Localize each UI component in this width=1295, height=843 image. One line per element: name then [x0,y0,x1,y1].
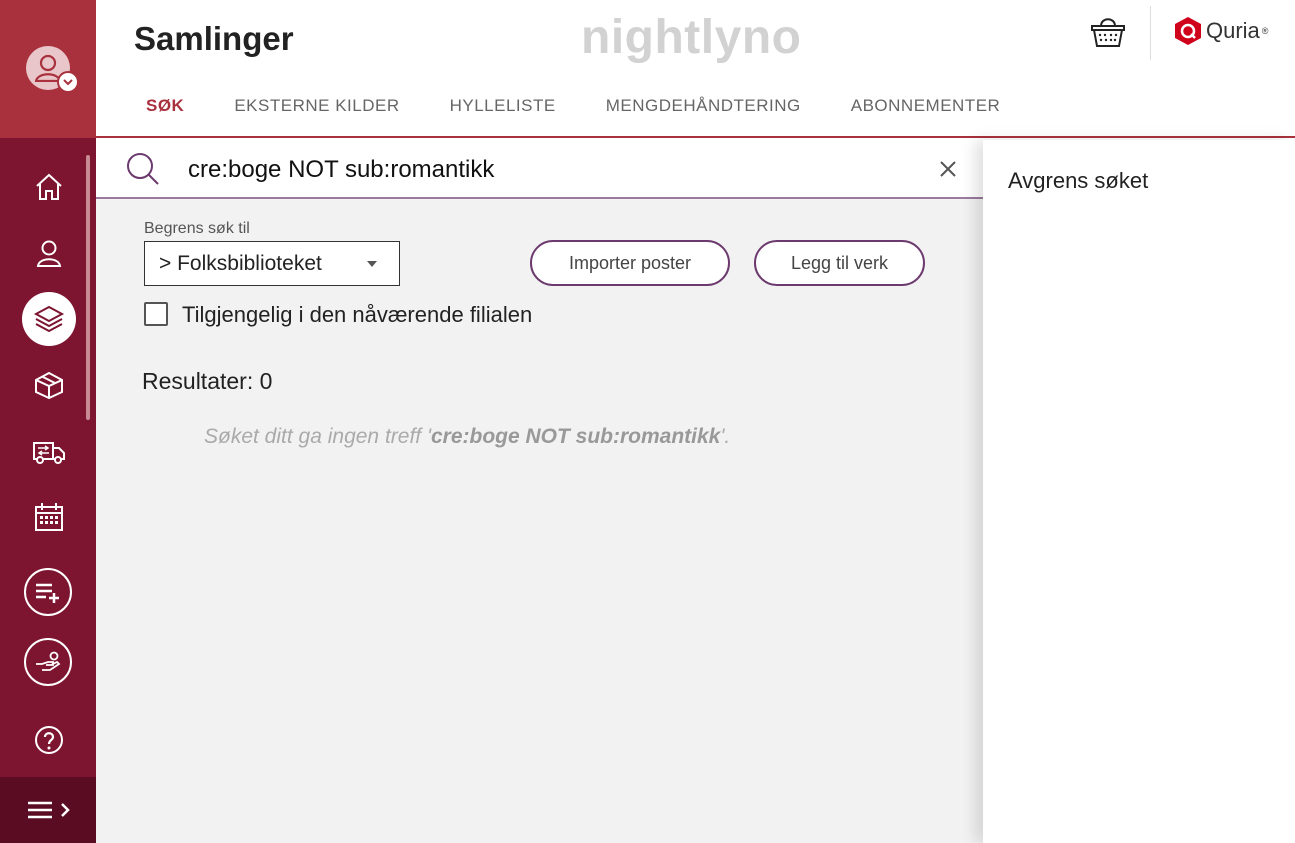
refine-search-panel: Avgrens søket [983,140,1295,843]
tab-subscriptions[interactable]: ABONNEMENTER [851,96,1001,116]
sidebar-item-patrons[interactable] [22,226,76,280]
sidebar-item-acquisitions[interactable] [22,358,76,412]
limit-search-value: > Folksbiblioteket [159,251,322,275]
quria-logo-icon [1175,17,1201,45]
basket-icon [1091,18,1125,47]
available-branch-checkbox[interactable] [144,302,168,326]
home-icon [36,173,62,200]
sidebar-item-calendar[interactable] [22,490,76,544]
limit-search-label: Begrens søk til [144,220,250,237]
sidebar-item-home[interactable] [22,160,76,214]
sidebar [0,0,96,843]
chevron-down-icon [63,79,73,86]
brand-name: Quria [1206,18,1260,43]
add-to-list-button[interactable] [24,568,72,616]
header-divider [1150,6,1151,60]
main-content: Begrens søk til > Folksbiblioteket Impor… [96,140,983,843]
help-icon [35,726,63,754]
refine-search-title: Avgrens søket [1008,168,1149,193]
no-results-query: cre:boge NOT sub:romantikk [430,425,721,448]
user-icon [36,240,62,267]
tab-external-sources[interactable]: EKSTERNE KILDER [234,96,399,116]
no-results-message: Søket ditt ga ingen treff 'cre:boge NOT … [204,425,730,449]
search-bar [96,140,983,199]
clear-search-button[interactable] [936,157,960,181]
sidebar-item-transport[interactable] [22,425,76,479]
sidebar-item-help[interactable] [22,713,76,767]
search-input[interactable] [188,152,928,188]
sidebar-expand-button[interactable] [0,777,96,843]
search-icon[interactable] [126,152,160,186]
results-count: Resultater: 0 [142,368,273,394]
basket-button[interactable] [1088,12,1128,52]
caret-down-icon [367,261,377,267]
import-records-button[interactable]: Importer poster [530,240,730,286]
environment-label: nightlyno [581,11,802,64]
tab-shelf-list[interactable]: HYLLELISTE [450,96,556,116]
sidebar-scrollbar[interactable] [86,155,90,420]
truck-icon [33,442,65,464]
box-icon [35,371,63,400]
add-list-icon [36,583,59,603]
user-menu-toggle[interactable] [57,71,79,93]
brand-trademark: ® [1261,26,1269,36]
tab-bar: SØK EKSTERNE KILDER HYLLELISTE MENGDEHÅN… [146,96,1050,116]
quria-logo: Quria ® [1174,16,1268,46]
page-title: Samlinger [134,20,294,57]
sidebar-user-area [0,0,96,138]
no-results-prefix: Søket ditt ga ingen treff ' [204,425,431,448]
limit-search-select[interactable]: > Folksbiblioteket [144,241,400,286]
hand-icon [36,651,61,671]
add-work-button[interactable]: Legg til verk [754,240,925,286]
no-results-suffix: '. [720,425,731,448]
tab-bulk-handling[interactable]: MENGDEHÅNDTERING [606,96,801,116]
sidebar-item-collections[interactable] [22,292,76,346]
available-branch-label[interactable]: Tilgjengelig i den nåværende filialen [182,302,532,328]
calendar-icon [35,503,63,531]
lend-button[interactable] [24,638,72,686]
tab-search[interactable]: SØK [146,96,184,116]
header: Samlinger nightlyno Quria ® SØK EKSTERNE… [96,0,1295,138]
layers-icon [33,305,65,333]
menu-expand-icon [28,801,70,819]
close-icon [940,161,956,177]
